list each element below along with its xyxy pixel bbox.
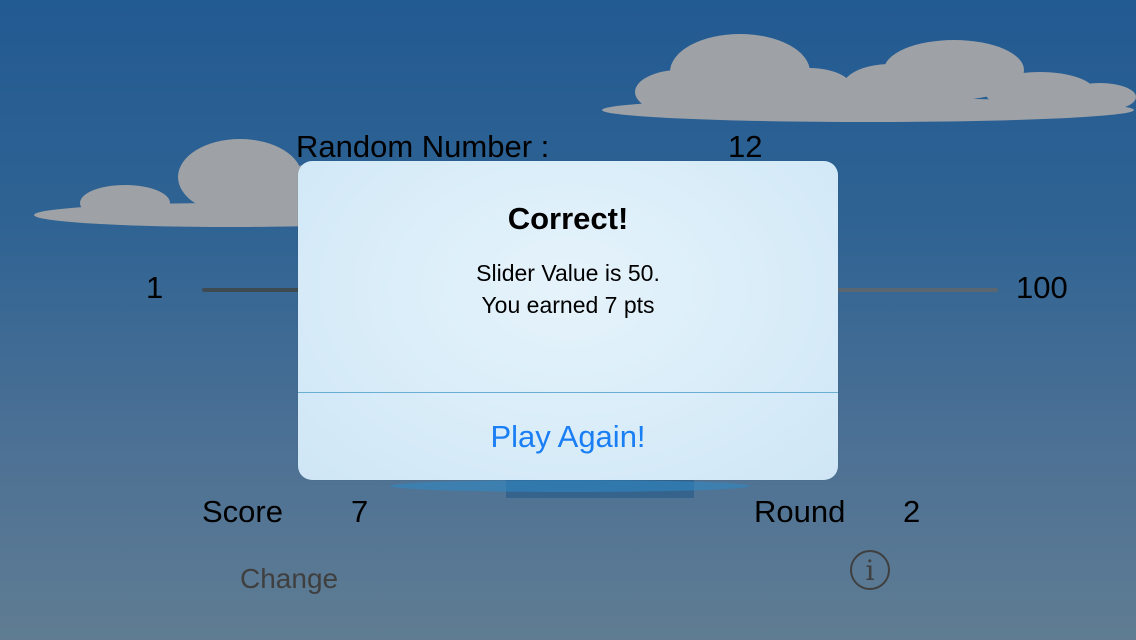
random-number-value: 12 [728, 129, 763, 164]
score-value: 7 [351, 494, 369, 529]
info-icon[interactable]: i [850, 550, 890, 590]
cloud-right [602, 34, 1136, 122]
alert-message: Slider Value is 50. You earned 7 pts [298, 257, 838, 321]
slider-track-right[interactable] [836, 288, 998, 292]
alert-message-line2: You earned 7 pts [481, 292, 655, 318]
slider-max-label: 100 [1016, 270, 1068, 305]
slider-min-label: 1 [146, 270, 164, 305]
play-again-button[interactable]: Play Again! [298, 393, 838, 480]
change-button[interactable]: Change [240, 563, 338, 595]
round-label: Round [754, 494, 846, 529]
alert-dialog: Correct! Slider Value is 50. You earned … [298, 161, 838, 480]
alert-title: Correct! [507, 201, 629, 236]
alert-message-line1: Slider Value is 50. [476, 260, 660, 286]
score-label: Score [202, 494, 283, 529]
random-number-label: Random Number : [296, 129, 550, 164]
cloud-bottom [390, 480, 750, 492]
round-value: 2 [903, 494, 921, 529]
slider-track-left[interactable] [202, 288, 302, 292]
